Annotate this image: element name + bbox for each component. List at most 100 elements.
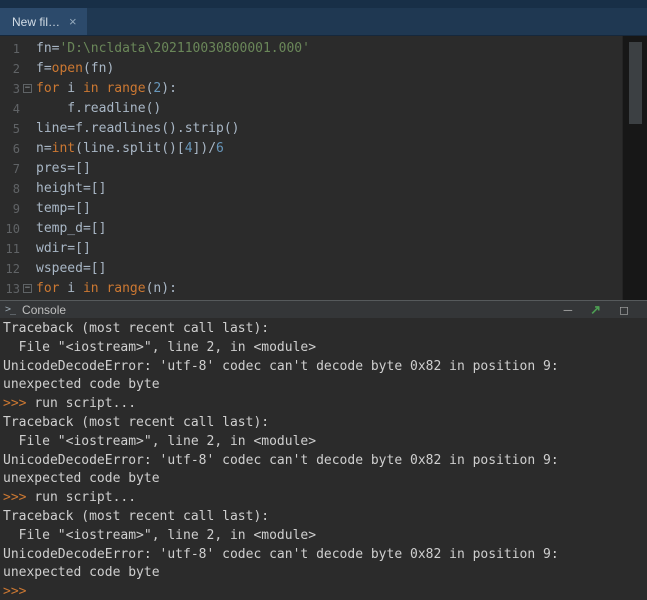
console-line: Traceback (most recent call last): — [3, 414, 647, 433]
console-text: UnicodeDecodeError: 'utf-8' codec can't … — [3, 453, 559, 468]
console-text: run script... — [34, 396, 136, 411]
console-line: UnicodeDecodeError: 'utf-8' codec can't … — [3, 546, 647, 565]
console-line: UnicodeDecodeError: 'utf-8' codec can't … — [3, 358, 647, 377]
code-token: for — [36, 81, 59, 96]
editor-scrollbar[interactable] — [622, 36, 647, 300]
console-text: unexpected code byte — [3, 377, 160, 392]
code-line[interactable]: 11 wdir=[] — [0, 239, 647, 259]
code-token: (line.split()[ — [75, 141, 185, 156]
ide-window: New fil… × 1fn='D:\ncldata\2021100308000… — [0, 0, 647, 600]
code-text: wdir=[] — [34, 239, 91, 259]
code-token: (n): — [146, 281, 177, 296]
console-prompt: >>> — [3, 396, 34, 411]
code-line[interactable]: 5 line=f.readlines().strip() — [0, 119, 647, 139]
fold-slot — [22, 59, 34, 79]
console-line: UnicodeDecodeError: 'utf-8' codec can't … — [3, 452, 647, 471]
fold-slot — [22, 179, 34, 199]
code-line[interactable]: 8height=[] — [0, 179, 647, 199]
console-text: File "<iostream>", line 2, in <module> — [3, 528, 316, 543]
external-arrow-icon[interactable]: ↗ — [590, 304, 601, 316]
code-text: for i in range(n): — [34, 279, 177, 299]
code-token: i — [59, 81, 82, 96]
code-line[interactable]: 12wspeed=[] — [0, 259, 647, 279]
code-line[interactable]: 2 f=open(fn) — [0, 59, 647, 79]
console-line: >>> — [3, 583, 647, 600]
console-output[interactable]: Traceback (most recent call last): File … — [0, 319, 647, 600]
console-text: Traceback (most recent call last): — [3, 321, 269, 336]
maximize-icon[interactable]: ◻ — [619, 304, 629, 316]
code-token: in — [83, 281, 99, 296]
fold-slot — [22, 139, 34, 159]
code-line[interactable]: 6n=int(line.split()[4])/6 — [0, 139, 647, 159]
console-panel-header: >_ Console ─ ↗ ◻ — [0, 300, 647, 318]
code-token: i — [59, 281, 82, 296]
code-token: height=[] — [36, 181, 106, 196]
code-line[interactable]: 7 pres=[] — [0, 159, 647, 179]
line-number: 10 — [0, 219, 22, 239]
code-text: for i in range(2): — [34, 79, 177, 99]
fold-minus-icon[interactable]: − — [23, 284, 32, 293]
fold-minus-icon[interactable]: − — [23, 84, 32, 93]
console-line: File "<iostream>", line 2, in <module> — [3, 433, 647, 452]
code-text: fn='D:\ncldata\202110030800001.000' — [34, 39, 310, 59]
fold-slot — [22, 239, 34, 259]
fold-icon[interactable]: − — [22, 79, 34, 99]
console-line: >>> run script... — [3, 395, 647, 414]
code-token: for — [36, 281, 59, 296]
code-token: (fn) — [83, 61, 114, 76]
code-token: temp_d=[] — [36, 221, 106, 236]
console-text: Traceback (most recent call last): — [3, 509, 269, 524]
code-token: wdir=[] — [36, 241, 91, 256]
fold-slot — [22, 199, 34, 219]
line-number: 6 — [0, 139, 22, 159]
console-line: Traceback (most recent call last): — [3, 508, 647, 527]
code-text: temp=[] — [34, 199, 91, 219]
console-line: unexpected code byte — [3, 564, 647, 583]
fold-slot — [22, 259, 34, 279]
console-text: File "<iostream>", line 2, in <module> — [3, 340, 316, 355]
line-number: 5 — [0, 119, 22, 139]
code-line[interactable]: 13−for i in range(n): — [0, 279, 647, 299]
code-text: line=f.readlines().strip() — [34, 119, 240, 139]
console-line: >>> run script... — [3, 489, 647, 508]
line-number: 3 — [0, 79, 22, 99]
minimize-icon[interactable]: ─ — [564, 304, 573, 316]
code-line[interactable]: 4 f.readline() — [0, 99, 647, 119]
console-line: Traceback (most recent call last): — [3, 320, 647, 339]
code-editor[interactable]: 1fn='D:\ncldata\202110030800001.000'2 f=o… — [0, 36, 647, 300]
code-text: f=open(fn) — [34, 59, 114, 79]
code-token: pres=[] — [36, 161, 91, 176]
code-token: 6 — [216, 141, 224, 156]
scrollbar-thumb[interactable] — [629, 42, 642, 124]
line-number: 4 — [0, 99, 22, 119]
code-token: n= — [36, 141, 52, 156]
tab-new-file[interactable]: New fil… × — [0, 8, 87, 35]
code-line[interactable]: 1fn='D:\ncldata\202110030800001.000' — [0, 39, 647, 59]
code-line[interactable]: 3−for i in range(2): — [0, 79, 647, 99]
console-prompt: >>> — [3, 584, 26, 599]
code-token: line=f.readlines().strip() — [36, 121, 240, 136]
tab-close-icon[interactable]: × — [69, 15, 77, 28]
line-number: 7 — [0, 159, 22, 179]
line-number: 11 — [0, 239, 22, 259]
code-line[interactable]: 9 temp=[] — [0, 199, 647, 219]
tab-bar: New fil… × — [0, 0, 647, 36]
tab-label: New fil… — [12, 15, 60, 29]
line-number: 9 — [0, 199, 22, 219]
fold-icon[interactable]: − — [22, 279, 34, 299]
fold-slot — [22, 119, 34, 139]
fold-slot — [22, 99, 34, 119]
code-text: n=int(line.split()[4])/6 — [34, 139, 224, 159]
console-text: unexpected code byte — [3, 565, 160, 580]
console-text: File "<iostream>", line 2, in <module> — [3, 434, 316, 449]
fold-slot — [22, 39, 34, 59]
line-number: 13 — [0, 279, 22, 299]
console-text: run script... — [34, 490, 136, 505]
code-text: pres=[] — [34, 159, 91, 179]
line-number: 2 — [0, 59, 22, 79]
code-text: temp_d=[] — [34, 219, 106, 239]
code-token: int — [52, 141, 75, 156]
code-token: open — [52, 61, 83, 76]
console-line: unexpected code byte — [3, 376, 647, 395]
code-line[interactable]: 10 temp_d=[] — [0, 219, 647, 239]
